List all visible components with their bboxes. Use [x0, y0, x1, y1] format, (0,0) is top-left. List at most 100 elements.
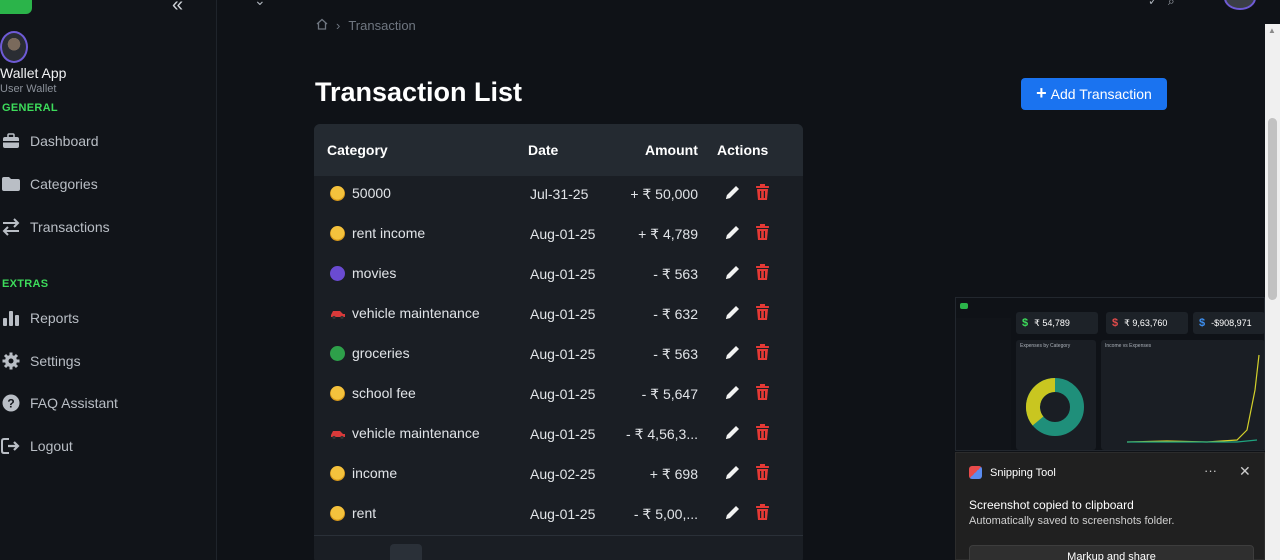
category-name: movies — [352, 265, 397, 281]
more-options-icon[interactable]: ··· — [1204, 463, 1217, 478]
delete-trash-icon[interactable] — [755, 464, 770, 481]
app-logo — [0, 0, 32, 14]
notification-icons[interactable]: ✓ ⌕ — [1148, 0, 1175, 9]
sidebar-item-label: Dashboard — [30, 133, 99, 149]
scrollbar-thumb[interactable] — [1268, 118, 1277, 300]
table-row: movies Aug-01-25 - ₹ 563 — [314, 255, 803, 295]
folder-icon — [0, 175, 22, 193]
category-name: vehicle maintenance — [352, 425, 480, 441]
sidebar-item-logout[interactable]: Logout — [0, 434, 73, 458]
chevron-right-icon: › — [336, 18, 341, 33]
screenshot-thumbnail[interactable]: $ ₹ 54,789 $ ₹ 9,63,760 $ -$908,971 Expe… — [955, 297, 1265, 451]
category-cell: groceries — [330, 345, 410, 361]
home-icon[interactable] — [316, 18, 328, 33]
delete-trash-icon[interactable] — [755, 184, 770, 201]
collapse-sidebar-icon[interactable]: « — [172, 0, 183, 17]
date-cell: Aug-01-25 — [530, 226, 596, 242]
delete-trash-icon[interactable] — [755, 224, 770, 241]
amount-cell: - ₹ 632 — [653, 306, 698, 322]
scroll-up-arrow-icon[interactable]: ▲ — [1268, 26, 1276, 35]
edit-pencil-icon[interactable] — [724, 184, 741, 201]
column-header-date[interactable]: Date — [528, 142, 558, 158]
actions-cell — [724, 504, 770, 521]
delete-trash-icon[interactable] — [755, 304, 770, 321]
sidebar-item-label: Settings — [30, 353, 81, 369]
sidebar-item-label: Categories — [30, 176, 98, 192]
thumb-line-panel: Income vs Expenses — [1101, 340, 1264, 450]
top-user-avatar[interactable] — [1224, 0, 1256, 10]
thumb-stat-value: -$908,971 — [1211, 318, 1252, 328]
sidebar-item-faq-assistant[interactable]: ? FAQ Assistant — [0, 391, 118, 415]
date-cell: Aug-02-25 — [530, 466, 596, 482]
toast-title: Screenshot copied to clipboard — [969, 498, 1134, 512]
date-cell: Aug-01-25 — [530, 306, 596, 322]
question-circle-icon: ? — [0, 394, 22, 412]
amount-cell: - ₹ 5,00,... — [633, 506, 698, 522]
edit-pencil-icon[interactable] — [724, 384, 741, 401]
money-face-icon — [330, 225, 345, 241]
sidebar: « Wallet App User Wallet GENERAL Dashboa… — [0, 0, 217, 560]
category-cell: school fee — [330, 385, 416, 401]
bar-chart-icon — [0, 309, 22, 327]
edit-pencil-icon[interactable] — [724, 304, 741, 321]
category-name: income — [352, 465, 398, 481]
actions-cell — [724, 224, 770, 241]
pagination-button[interactable] — [390, 544, 422, 560]
edit-pencil-icon[interactable] — [724, 464, 741, 481]
edit-pencil-icon[interactable] — [724, 504, 741, 521]
money-face-icon — [330, 505, 345, 521]
money-face-icon — [330, 185, 345, 201]
breadcrumb: › Transaction — [316, 18, 416, 33]
close-icon[interactable]: ✕ — [1239, 463, 1251, 480]
snipping-tool-icon — [969, 466, 982, 479]
delete-trash-icon[interactable] — [755, 384, 770, 401]
category-cell: income — [330, 465, 397, 481]
logout-icon — [0, 437, 22, 455]
table-row: rent income Aug-01-25 + ₹ 4,789 — [314, 215, 803, 255]
sidebar-item-reports[interactable]: Reports — [0, 306, 79, 330]
column-header-amount[interactable]: Amount — [645, 142, 698, 158]
toast-body: Automatically saved to screenshots folde… — [969, 515, 1175, 527]
edit-pencil-icon[interactable] — [724, 424, 741, 441]
category-cell: vehicle maintenance — [330, 425, 480, 441]
sidebar-item-transactions[interactable]: Transactions — [0, 215, 110, 239]
dollar-icon: $ — [1112, 317, 1119, 329]
car-icon — [330, 426, 345, 441]
amount-cell: - ₹ 563 — [653, 266, 698, 282]
snipping-tool-notification[interactable]: Snipping Tool ··· ✕ Screenshot copied to… — [955, 452, 1265, 560]
briefcase-icon — [0, 132, 22, 150]
edit-pencil-icon[interactable] — [724, 264, 741, 281]
edit-pencil-icon[interactable] — [724, 224, 741, 241]
delete-trash-icon[interactable] — [755, 264, 770, 281]
markup-and-share-button[interactable]: Markup and share — [969, 545, 1254, 560]
dollar-icon: $ — [1199, 317, 1206, 329]
actions-cell — [724, 264, 770, 281]
edit-pencil-icon[interactable] — [724, 344, 741, 361]
category-name: 50000 — [352, 185, 391, 201]
category-name: groceries — [352, 345, 410, 361]
column-header-category[interactable]: Category — [327, 142, 388, 158]
page-title: Transaction List — [315, 77, 523, 107]
sidebar-item-settings[interactable]: Settings — [0, 349, 81, 373]
chevron-down-icon[interactable]: ⌄ — [254, 0, 266, 9]
swap-arrows-icon — [0, 218, 22, 236]
date-cell: Aug-01-25 — [530, 386, 596, 402]
delete-trash-icon[interactable] — [755, 424, 770, 441]
actions-cell — [724, 184, 770, 201]
transactions-table: Category Date Amount Actions 50000 Jul-31… — [314, 124, 803, 560]
thumb-panel-title: Income vs Expenses — [1105, 343, 1152, 349]
date-cell: Aug-01-25 — [530, 266, 596, 282]
date-cell: Aug-01-25 — [530, 426, 596, 442]
category-cell: rent — [330, 505, 376, 521]
date-cell: Aug-01-25 — [530, 506, 596, 522]
user-avatar[interactable] — [0, 31, 28, 63]
sidebar-item-dashboard[interactable]: Dashboard — [0, 129, 99, 153]
sidebar-item-categories[interactable]: Categories — [0, 172, 98, 196]
actions-cell — [724, 464, 770, 481]
section-label-general: GENERAL — [2, 102, 58, 114]
amount-cell: - ₹ 4,56,3... — [626, 426, 698, 442]
thumb-pie-panel: Expenses by Category — [1016, 340, 1096, 450]
add-transaction-button[interactable]: + Add Transaction — [1021, 78, 1167, 110]
delete-trash-icon[interactable] — [755, 344, 770, 361]
delete-trash-icon[interactable] — [755, 504, 770, 521]
